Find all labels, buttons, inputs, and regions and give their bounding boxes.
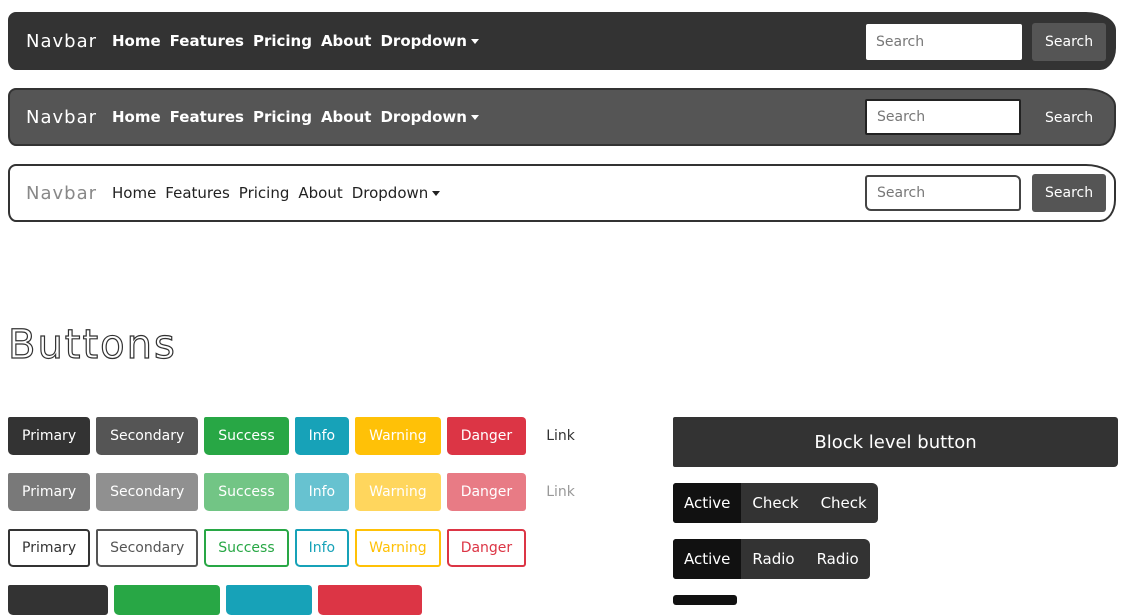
link-button-disabled: Link [532,473,589,511]
warning-button[interactable]: Warning [355,417,441,455]
primary-button[interactable]: Primary [8,417,91,455]
radio-toggle[interactable]: Radio [741,539,805,579]
danger-button-disabled: Danger [446,473,527,511]
check-toggle-active[interactable]: Active [673,483,742,523]
radio-toggle-active[interactable]: Active [673,539,742,579]
info-outline-button[interactable]: Info [294,529,350,567]
large-buttons-row [8,585,422,615]
success-large-button[interactable] [114,585,220,615]
secondary-outline-button[interactable]: Secondary [96,529,199,567]
primary-button-disabled: Primary [8,473,91,511]
primary-large-button[interactable] [8,585,108,615]
success-button-disabled: Success [204,473,289,511]
nav-item-dropdown[interactable]: Dropdown [352,184,441,202]
navbar-menu: Home Features Pricing About Dropdown [112,184,441,202]
info-button[interactable]: Info [294,417,350,455]
nav-item-home[interactable]: Home [112,108,161,126]
nav-item-dropdown-label: Dropdown [351,184,429,202]
outline-buttons-row: Primary Secondary Success Info Warning D… [8,529,527,567]
primary-outline-button[interactable]: Primary [8,529,91,567]
navbar-primary: Navbar Home Features Pricing About Dropd… [8,12,1116,70]
chevron-down-icon [432,191,441,196]
nav-item-features[interactable]: Features [170,108,244,126]
link-button[interactable]: Link [532,417,589,455]
search-input[interactable] [866,24,1022,60]
nav-item-pricing[interactable]: Pricing [239,184,290,202]
section-title-buttons: Buttons [7,321,177,368]
nav-item-pricing[interactable]: Pricing [253,108,312,126]
secondary-button-disabled: Secondary [96,473,199,511]
check-toggle[interactable]: Check [741,483,809,523]
nav-item-dropdown-label: Dropdown [380,32,467,50]
secondary-button[interactable]: Secondary [96,417,199,455]
success-outline-button[interactable]: Success [204,529,289,567]
navbar-brand[interactable]: Navbar [26,107,97,128]
danger-outline-button[interactable]: Danger [446,529,527,567]
search-button[interactable]: Search [1032,99,1106,137]
warning-button-disabled: Warning [355,473,441,511]
nav-item-pricing[interactable]: Pricing [253,32,312,50]
block-level-button[interactable]: Block level button [673,417,1118,467]
nav-item-about[interactable]: About [298,184,342,202]
nav-item-dropdown-label: Dropdown [380,108,467,126]
search-input[interactable] [865,175,1021,211]
search-button[interactable]: Search [1032,174,1107,212]
nav-item-home[interactable]: Home [112,184,156,202]
nav-item-about[interactable]: About [321,32,372,50]
nav-item-features[interactable]: Features [165,184,230,202]
navbar-brand[interactable]: Navbar [26,31,97,52]
navbar-menu: Home Features Pricing About Dropdown [112,108,479,126]
danger-button[interactable]: Danger [446,417,527,455]
checkbox-button-group: Active Check Check [673,483,878,523]
disabled-buttons-row: Primary Secondary Success Info Warning D… [8,473,589,511]
chevron-down-icon [470,39,479,44]
info-button-disabled: Info [294,473,350,511]
radio-toggle[interactable]: Radio [806,539,870,579]
success-button[interactable]: Success [204,417,289,455]
danger-large-button[interactable] [318,585,422,615]
info-large-button[interactable] [226,585,312,615]
navbar-brand[interactable]: Navbar [26,183,97,204]
navbar-menu: Home Features Pricing About Dropdown [112,32,479,50]
navbar-secondary: Navbar Home Features Pricing About Dropd… [8,88,1116,146]
radio-button-group: Active Radio Radio [673,539,870,579]
nav-item-about[interactable]: About [321,108,372,126]
navbar-light: Navbar Home Features Pricing About Dropd… [8,164,1116,222]
chevron-down-icon [470,115,479,120]
search-button[interactable]: Search [1032,23,1107,61]
nav-item-dropdown[interactable]: Dropdown [380,32,479,50]
nav-item-home[interactable]: Home [112,32,161,50]
warning-outline-button[interactable]: Warning [355,529,441,567]
solid-buttons-row: Primary Secondary Success Info Warning D… [8,417,589,455]
check-toggle[interactable]: Check [810,483,878,523]
search-input[interactable] [865,99,1021,135]
nav-item-features[interactable]: Features [170,32,244,50]
nav-item-dropdown[interactable]: Dropdown [380,108,479,126]
